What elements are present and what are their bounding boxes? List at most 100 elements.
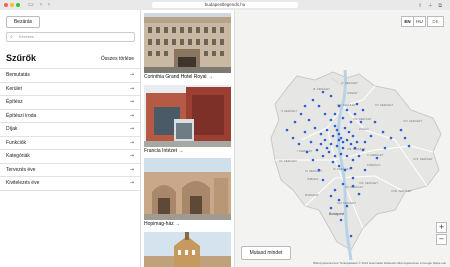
building-marker[interactable] bbox=[345, 204, 349, 208]
building-marker[interactable] bbox=[323, 138, 327, 142]
building-marker[interactable] bbox=[373, 120, 377, 124]
building-marker[interactable] bbox=[363, 140, 367, 144]
building-marker[interactable] bbox=[375, 156, 379, 160]
building-marker[interactable] bbox=[337, 164, 341, 168]
building-marker[interactable] bbox=[311, 158, 315, 162]
zoom-in-button[interactable]: + bbox=[436, 222, 447, 233]
building-marker[interactable] bbox=[297, 142, 301, 146]
building-marker[interactable] bbox=[337, 138, 341, 142]
building-marker[interactable] bbox=[351, 176, 355, 180]
building-marker[interactable] bbox=[361, 108, 365, 112]
building-marker[interactable] bbox=[327, 150, 331, 154]
filter-row[interactable]: Építész → bbox=[0, 95, 140, 109]
filter-row[interactable]: Kerület → bbox=[0, 81, 140, 96]
building-marker[interactable] bbox=[359, 120, 363, 124]
building-marker[interactable] bbox=[347, 130, 351, 134]
building-marker[interactable] bbox=[345, 108, 349, 112]
building-marker[interactable] bbox=[349, 166, 353, 170]
building-title[interactable]: Corinthia Grand Hotel Royal → bbox=[144, 74, 213, 80]
building-marker[interactable] bbox=[337, 198, 341, 202]
sidebar-toggle-icon[interactable]: ▭ bbox=[27, 2, 35, 8]
building-marker[interactable] bbox=[329, 118, 333, 122]
zoom-out-button[interactable]: − bbox=[436, 234, 447, 245]
map-panel[interactable]: EN HU DE III. KERÜLET IV. KERÜLET ÚJPEST… bbox=[235, 10, 450, 267]
building-marker[interactable] bbox=[381, 130, 385, 134]
building-marker[interactable] bbox=[317, 168, 321, 172]
minimize-window-dot[interactable] bbox=[10, 3, 14, 7]
building-marker[interactable] bbox=[325, 146, 329, 150]
building-marker[interactable] bbox=[335, 144, 339, 148]
building-marker[interactable] bbox=[331, 134, 335, 138]
filter-row[interactable]: Tervezés éve → bbox=[0, 162, 140, 177]
building-marker[interactable] bbox=[321, 90, 325, 94]
close-button[interactable]: Bezárás bbox=[6, 16, 40, 28]
building-marker[interactable] bbox=[341, 140, 345, 144]
building-marker[interactable] bbox=[399, 128, 403, 132]
building-photo[interactable] bbox=[144, 158, 231, 220]
building-marker[interactable] bbox=[363, 168, 367, 172]
building-marker[interactable] bbox=[321, 178, 325, 182]
building-marker[interactable] bbox=[343, 168, 347, 172]
building-marker[interactable] bbox=[309, 140, 313, 144]
building-marker[interactable] bbox=[339, 136, 343, 140]
building-marker[interactable] bbox=[349, 120, 353, 124]
building-marker[interactable] bbox=[357, 154, 361, 158]
building-marker[interactable] bbox=[307, 118, 311, 122]
building-marker[interactable] bbox=[339, 218, 343, 222]
building-marker[interactable] bbox=[351, 134, 355, 138]
building-marker[interactable] bbox=[311, 98, 315, 102]
building-marker[interactable] bbox=[303, 104, 307, 108]
filter-row[interactable]: Díjak → bbox=[0, 122, 140, 136]
building-marker[interactable] bbox=[341, 146, 345, 150]
building-marker[interactable] bbox=[343, 126, 347, 130]
building-marker[interactable] bbox=[291, 136, 295, 140]
building-marker[interactable] bbox=[341, 182, 345, 186]
building-marker[interactable] bbox=[333, 112, 337, 116]
building-photo[interactable] bbox=[144, 85, 231, 147]
search-input[interactable]: ⌕ Keresés bbox=[6, 32, 135, 42]
building-marker[interactable] bbox=[353, 146, 357, 150]
building-marker[interactable] bbox=[293, 120, 297, 124]
building-marker[interactable] bbox=[349, 142, 353, 146]
building-marker[interactable] bbox=[325, 128, 329, 132]
back-icon[interactable]: ‹ bbox=[37, 2, 45, 8]
budapest-map[interactable]: III. KERÜLET IV. KERÜLET ÚJPEST II. KERÜ… bbox=[235, 10, 450, 267]
address-bar[interactable]: budapestlegends.hu bbox=[152, 2, 298, 8]
building-marker[interactable] bbox=[329, 206, 333, 210]
building-marker[interactable] bbox=[383, 146, 387, 150]
filter-row[interactable]: Kivitelezés éve → bbox=[0, 176, 140, 191]
building-marker[interactable] bbox=[299, 112, 303, 116]
building-marker[interactable] bbox=[329, 194, 333, 198]
building-marker[interactable] bbox=[337, 132, 341, 136]
browser-actions[interactable]: ⇪ ＋ ⧉ bbox=[418, 2, 444, 9]
building-photo[interactable] bbox=[144, 232, 231, 267]
building-marker[interactable] bbox=[333, 124, 337, 128]
building-marker[interactable] bbox=[355, 102, 359, 106]
building-marker[interactable] bbox=[323, 112, 327, 116]
building-photo[interactable] bbox=[144, 13, 231, 73]
filter-row[interactable]: Kategóriák → bbox=[0, 149, 140, 163]
close-window-dot[interactable] bbox=[4, 3, 8, 7]
filter-row[interactable]: Építészi iroda → bbox=[0, 108, 140, 123]
building-marker[interactable] bbox=[369, 134, 373, 138]
building-marker[interactable] bbox=[355, 140, 359, 144]
building-marker[interactable] bbox=[331, 160, 335, 164]
building-marker[interactable] bbox=[357, 192, 361, 196]
forward-icon[interactable]: › bbox=[45, 2, 53, 8]
building-marker[interactable] bbox=[305, 150, 309, 154]
building-marker[interactable] bbox=[353, 112, 357, 116]
building-marker[interactable] bbox=[313, 126, 317, 130]
building-marker[interactable] bbox=[333, 188, 337, 192]
building-marker[interactable] bbox=[345, 154, 349, 158]
building-marker[interactable] bbox=[321, 154, 325, 158]
building-marker[interactable] bbox=[361, 148, 365, 152]
filter-row[interactable]: Funkciók → bbox=[0, 135, 140, 150]
building-marker[interactable] bbox=[319, 142, 323, 146]
maximize-window-dot[interactable] bbox=[16, 3, 20, 7]
building-marker[interactable] bbox=[351, 184, 355, 188]
building-marker[interactable] bbox=[339, 152, 343, 156]
building-marker[interactable] bbox=[341, 116, 345, 120]
building-marker[interactable] bbox=[317, 104, 321, 108]
building-marker[interactable] bbox=[285, 128, 289, 132]
building-marker[interactable] bbox=[349, 234, 353, 238]
